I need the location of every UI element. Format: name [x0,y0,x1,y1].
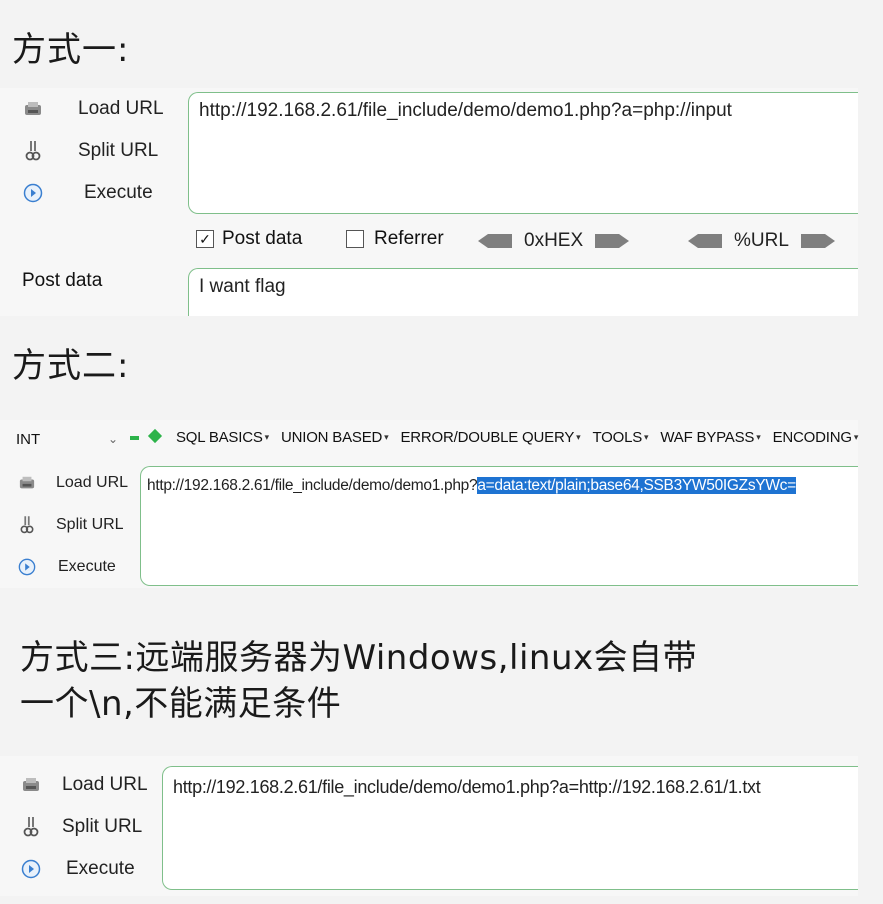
execute-label: Execute [66,858,135,879]
post-data-text: I want flag [199,276,286,297]
minus-icon[interactable] [130,436,139,440]
execute-button[interactable]: Execute [20,858,135,880]
split-url-button[interactable]: Split URL [20,816,142,838]
section1-heading: 方式一: [12,30,130,70]
url-textarea[interactable]: http://192.168.2.61/file_include/demo/de… [188,92,858,214]
scissors-icon [20,816,42,838]
load-url-label: Load URL [56,474,129,491]
menu-waf-bypass[interactable]: WAF BYPASS ▾ [660,429,760,446]
split-url-label: Split URL [78,140,159,161]
arrow-right-icon [595,234,630,248]
url-selected-text: a=data:text/plain;base64,SSB3YW50IGZsYWc… [477,477,796,494]
referrer-checkbox-label: Referrer [374,228,444,249]
section2-panel: INT ⌄ SQL BASICS ▾ UNION BASED ▾ ERROR/DOU… [0,420,858,588]
split-url-button[interactable]: Split URL [16,514,124,536]
post-data-textarea[interactable]: I want flag [188,268,858,316]
menu-encoding[interactable]: ENCODING ▾ [773,429,859,446]
arrow-left-icon [688,234,722,248]
url-text: http://192.168.2.61/file_include/demo/de… [173,777,761,797]
injection-type-select[interactable]: INT ⌄ [16,428,118,450]
url-text: http://192.168.2.61/file_include/demo/de… [199,100,732,121]
post-data-checkbox-group[interactable]: ✓ Post data [196,228,302,250]
split-url-label: Split URL [56,516,124,533]
select-value: INT [16,430,41,448]
arrow-right-icon [800,234,835,248]
load-url-icon [20,774,42,796]
split-url-label: Split URL [62,816,143,837]
execute-button[interactable]: Execute [22,182,153,204]
menu-tools[interactable]: TOOLS ▾ [592,429,648,446]
referrer-checkbox[interactable] [346,230,364,248]
play-icon [22,182,44,204]
settings-icon[interactable] [147,428,163,444]
url-textarea[interactable]: http://192.168.2.61/file_include/demo/de… [162,766,858,890]
section1-panel: Load URL Split URL Execute http://192.16… [0,88,858,316]
load-url-button[interactable]: Load URL [20,774,148,796]
split-url-button[interactable]: Split URL [22,140,158,162]
url-textarea[interactable]: http://192.168.2.61/file_include/demo/de… [140,466,858,586]
chevron-down-icon: ⌄ [107,432,118,446]
section2-heading: 方式二: [12,346,130,386]
url-encode-button[interactable]: %URL [688,230,835,252]
section3-heading-line2: 一个\n,不能满足条件 [20,684,342,724]
post-data-checkbox[interactable]: ✓ [196,230,214,248]
hackbar-toolbar: INT ⌄ SQL BASICS ▾ UNION BASED ▾ ERROR/DOU… [0,420,858,458]
menu-union-based[interactable]: UNION BASED ▾ [281,429,389,446]
load-url-icon [16,472,38,494]
load-url-label: Load URL [62,774,148,795]
menu-sql-basics[interactable]: SQL BASICS ▾ [176,429,269,446]
execute-label: Execute [84,182,153,203]
load-url-label: Load URL [78,98,164,119]
url-encode-label: %URL [734,230,789,251]
referrer-checkbox-group[interactable]: Referrer [346,228,444,250]
hex-encode-button[interactable]: 0xHEX [478,230,630,252]
load-url-icon [22,98,44,120]
arrow-left-icon [478,234,512,248]
post-data-checkbox-label: Post data [222,228,303,249]
load-url-button[interactable]: Load URL [22,98,164,120]
section3-panel: Load URL Split URL Execute http://192.16… [0,756,858,896]
menu-error-double-query[interactable]: ERROR/DOUBLE QUERY ▾ [400,429,580,446]
hex-label: 0xHEX [524,230,584,251]
play-icon [16,556,38,578]
post-data-side-label: Post data [22,270,103,291]
url-text: http://192.168.2.61/file_include/demo/de… [147,477,478,494]
execute-label: Execute [58,558,116,575]
play-icon [20,858,42,880]
execute-button[interactable]: Execute [16,556,116,578]
scissors-icon [16,514,38,536]
section3-heading-line1: 方式三:远端服务器为Windows,linux会自带 [20,638,698,678]
scissors-icon [22,140,44,162]
load-url-button[interactable]: Load URL [16,472,128,494]
